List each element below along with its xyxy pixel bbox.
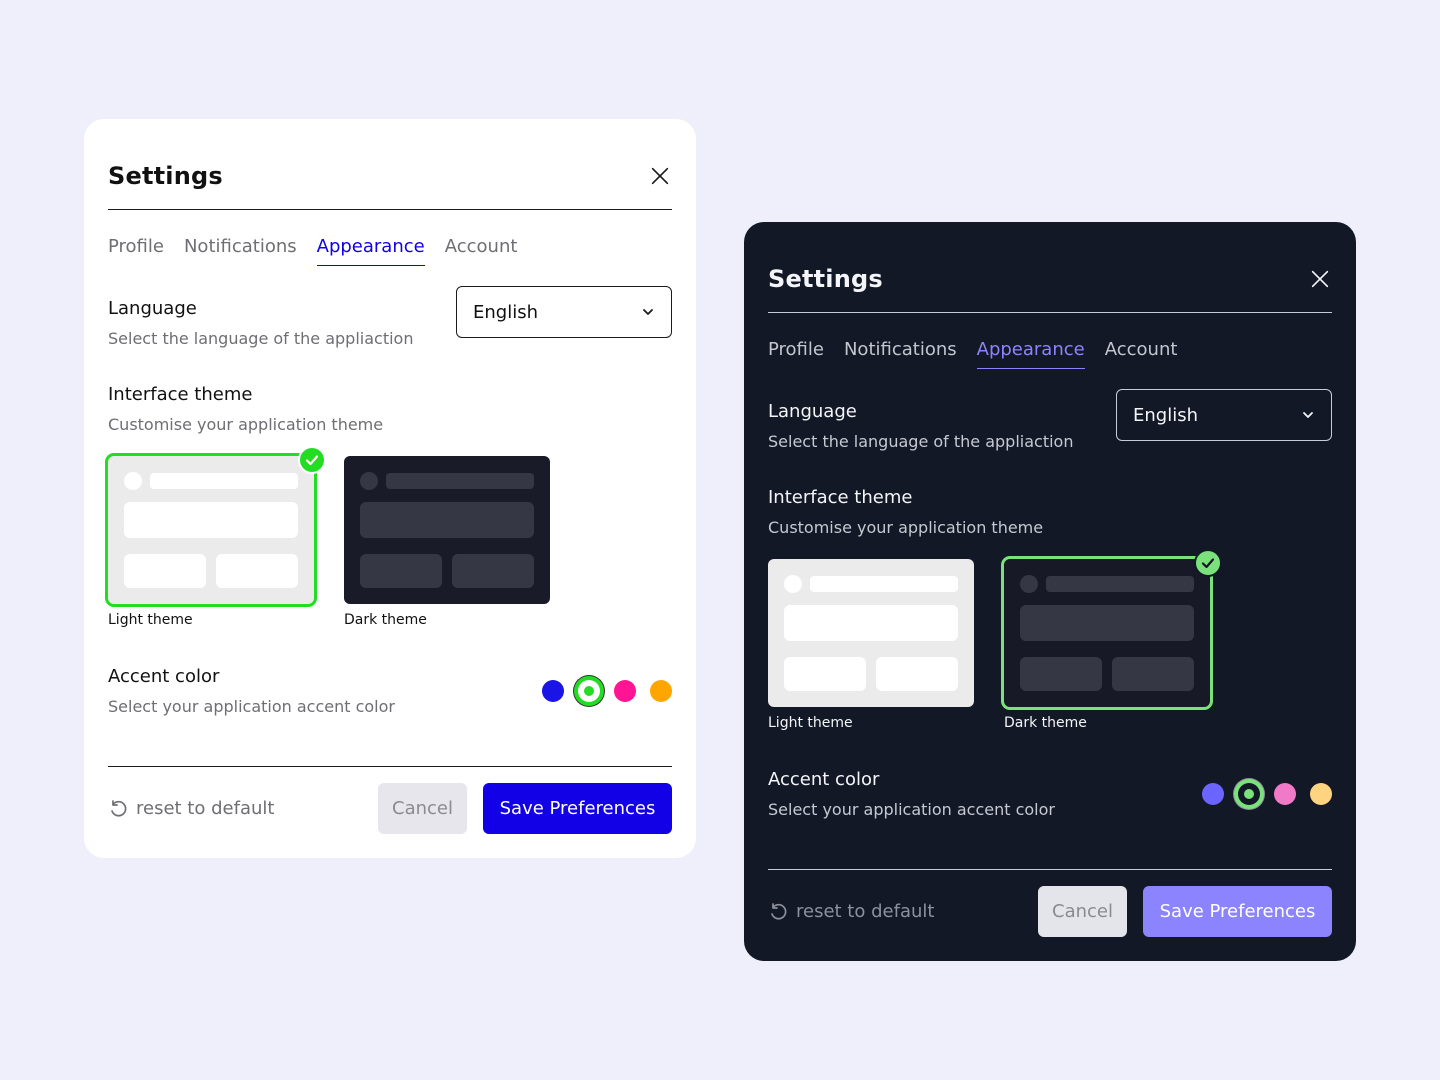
light-theme-label: Light theme: [108, 612, 193, 628]
language-section: Language Select the language of the appl…: [768, 389, 1332, 451]
accent-swatch-green[interactable]: [1238, 783, 1260, 805]
tab-appearance[interactable]: Appearance: [976, 339, 1085, 369]
tab-notifications[interactable]: Notifications: [844, 339, 957, 369]
tab-bar: Profile Notifications Appearance Account: [108, 236, 672, 266]
theme-section: Interface theme Customise your applicati…: [105, 384, 672, 628]
tab-profile[interactable]: Profile: [108, 236, 164, 266]
accent-swatch-pink[interactable]: [1274, 783, 1296, 805]
dark-theme-preview: [1001, 556, 1213, 710]
light-theme-option[interactable]: Light theme: [768, 559, 978, 731]
language-select-value: English: [1133, 404, 1198, 426]
language-select[interactable]: English: [456, 286, 672, 338]
accent-desc: Select your application accent color: [768, 800, 1055, 819]
reset-icon: [111, 799, 127, 817]
accent-desc: Select your application accent color: [108, 697, 395, 716]
cancel-button[interactable]: Cancel: [1038, 886, 1127, 937]
close-icon[interactable]: [1308, 267, 1332, 291]
language-title: Language: [108, 298, 197, 319]
theme-desc: Customise your application theme: [108, 415, 384, 434]
accent-swatches: [1202, 783, 1332, 805]
accent-swatch-orange[interactable]: [650, 680, 672, 702]
panel-footer: reset to default Cancel Save Preferences: [108, 766, 672, 834]
settings-panel-light: Settings Profile Notifications Appearanc…: [84, 119, 696, 858]
save-preferences-button[interactable]: Save Preferences: [483, 783, 672, 834]
light-theme-preview: [105, 453, 317, 607]
theme-title: Interface theme: [108, 384, 253, 405]
panel-title: Settings: [108, 162, 223, 190]
accent-swatch-blue[interactable]: [1202, 783, 1224, 805]
dark-theme-option[interactable]: Dark theme: [1001, 549, 1222, 731]
tab-notifications[interactable]: Notifications: [184, 236, 297, 266]
dark-theme-label: Dark theme: [1004, 715, 1087, 731]
accent-swatch-pink[interactable]: [614, 680, 636, 702]
reset-button[interactable]: reset to default: [108, 798, 274, 819]
panel-header: Settings: [108, 119, 672, 210]
accent-title: Accent color: [768, 769, 880, 790]
check-icon: [1194, 549, 1222, 577]
theme-section: Interface theme Customise your applicati…: [768, 487, 1332, 731]
light-theme-label: Light theme: [768, 715, 853, 731]
chevron-down-icon: [1303, 412, 1313, 418]
language-desc: Select the language of the appliaction: [108, 329, 414, 348]
reset-label: reset to default: [796, 901, 935, 922]
light-theme-option[interactable]: Light theme: [105, 446, 326, 628]
reset-button[interactable]: reset to default: [768, 901, 934, 922]
reset-icon: [771, 902, 787, 920]
cancel-button[interactable]: Cancel: [378, 783, 467, 834]
language-select[interactable]: English: [1116, 389, 1332, 441]
dark-theme-option[interactable]: Dark theme: [344, 456, 554, 628]
dark-theme-preview: [344, 456, 550, 604]
dark-theme-label: Dark theme: [344, 612, 427, 628]
language-select-value: English: [473, 301, 538, 323]
theme-desc: Customise your application theme: [768, 518, 1044, 537]
accent-swatch-blue[interactable]: [542, 680, 564, 702]
theme-title: Interface theme: [768, 487, 913, 508]
close-icon[interactable]: [648, 164, 672, 188]
reset-label: reset to default: [136, 798, 275, 819]
chevron-down-icon: [643, 309, 653, 315]
panel-header: Settings: [768, 222, 1332, 313]
tab-account[interactable]: Account: [445, 236, 518, 266]
tab-appearance[interactable]: Appearance: [316, 236, 425, 266]
panel-footer: reset to default Cancel Save Preferences: [768, 869, 1332, 937]
accent-title: Accent color: [108, 666, 220, 687]
settings-panel-dark: Settings Profile Notifications Appearanc…: [744, 222, 1356, 961]
accent-swatch-green[interactable]: [578, 680, 600, 702]
language-desc: Select the language of the appliaction: [768, 432, 1074, 451]
accent-swatches: [542, 680, 672, 702]
save-preferences-button[interactable]: Save Preferences: [1143, 886, 1332, 937]
tab-bar: Profile Notifications Appearance Account: [768, 339, 1332, 369]
light-theme-preview: [768, 559, 974, 707]
accent-section: Accent color Select your application acc…: [768, 769, 1332, 819]
language-section: Language Select the language of the appl…: [108, 286, 672, 348]
check-icon: [298, 446, 326, 474]
tab-account[interactable]: Account: [1105, 339, 1178, 369]
language-title: Language: [768, 401, 857, 422]
accent-section: Accent color Select your application acc…: [108, 666, 672, 716]
tab-profile[interactable]: Profile: [768, 339, 824, 369]
panel-title: Settings: [768, 265, 883, 293]
accent-swatch-orange[interactable]: [1310, 783, 1332, 805]
